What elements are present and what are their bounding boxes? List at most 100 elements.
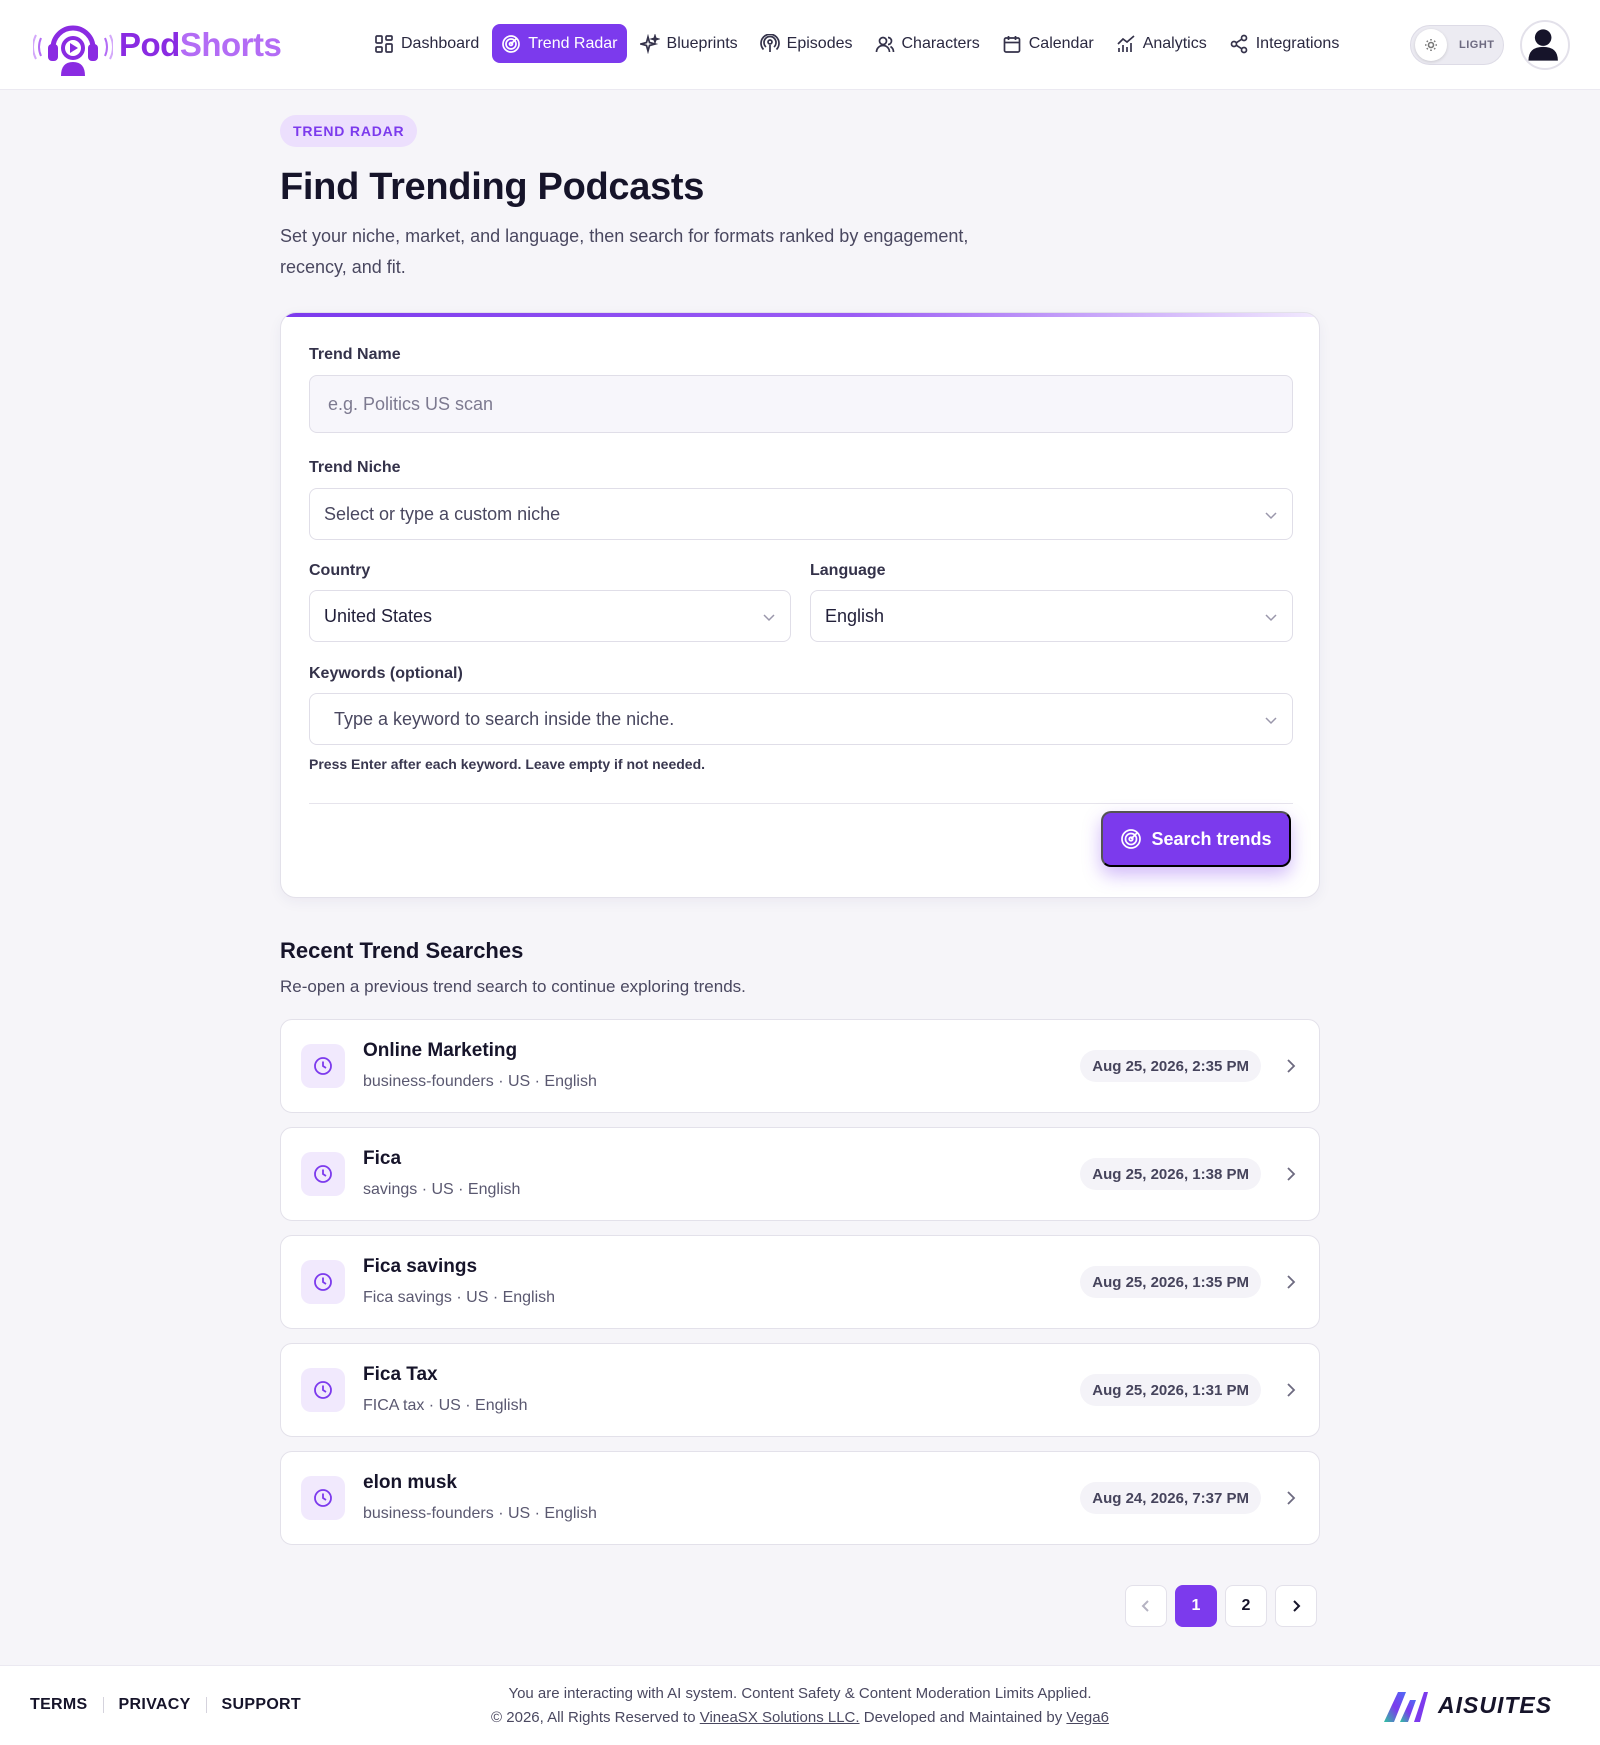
brand-name-part1: Pod [119, 26, 180, 63]
trend-search-form: Trend Name e.g. Politics US scan Trend N… [280, 312, 1320, 898]
keywords-hint: Press Enter after each keyword. Leave em… [309, 756, 706, 772]
keywords-placeholder: Type a keyword to search inside the nich… [334, 708, 675, 729]
chevron-left-icon [1141, 1600, 1149, 1612]
theme-toggle[interactable]: LIGHT [1410, 25, 1504, 65]
podcast-icon [759, 33, 780, 52]
nav-integrations[interactable]: Integrations [1220, 24, 1349, 63]
pagination-prev-button[interactable] [1125, 1585, 1167, 1627]
recent-search-row[interactable]: Fica savings · US · English Aug 25, 2026… [280, 1127, 1320, 1221]
user-silhouette-icon [1528, 29, 1558, 61]
chevron-down-icon [1264, 506, 1278, 520]
aisuites-mark-icon [1384, 1692, 1428, 1722]
clock-icon [301, 1368, 345, 1412]
recent-search-meta: business-founders · US · English [363, 1073, 597, 1090]
nav-dashboard[interactable]: Dashboard [365, 24, 488, 63]
footer-legal: You are interacting with AI system. Cont… [480, 1682, 1120, 1730]
footer: TERMS PRIVACY SUPPORT You are interactin… [0, 1665, 1600, 1745]
nav-integrations-label: Integrations [1255, 34, 1340, 52]
recent-search-meta: business-founders · US · English [363, 1505, 597, 1522]
nav-characters[interactable]: Characters [866, 24, 989, 63]
calendar-icon [1003, 35, 1021, 53]
nav-blueprints-label: Blueprints [666, 34, 738, 52]
pagination: 1 2 [1125, 1585, 1325, 1627]
footer-support-link[interactable]: SUPPORT [222, 1696, 301, 1714]
nav-trend-radar-label: Trend Radar [528, 34, 618, 52]
recent-search-name: Fica Tax [363, 1364, 438, 1385]
nav-calendar[interactable]: Calendar [993, 24, 1103, 63]
recent-search-row[interactable]: Online Marketing business-founders · US … [280, 1019, 1320, 1113]
theme-label: LIGHT [1459, 39, 1495, 51]
maintainer-link[interactable]: Vega6 [1066, 1709, 1109, 1726]
recent-search-date: Aug 25, 2026, 2:35 PM [1080, 1050, 1261, 1082]
keywords-label: Keywords (optional) [309, 665, 463, 682]
user-avatar[interactable] [1520, 20, 1570, 70]
recent-search-name: elon musk [363, 1472, 457, 1493]
nav-trend-radar[interactable]: Trend Radar [492, 24, 627, 63]
recent-search-row[interactable]: Fica Tax FICA tax · US · English Aug 25,… [280, 1343, 1320, 1437]
page-subtitle: Set your niche, market, and language, th… [280, 226, 969, 277]
form-divider [309, 803, 1293, 804]
pagination-next-button[interactable] [1275, 1585, 1317, 1627]
recent-search-row[interactable]: elon musk business-founders · US · Engli… [280, 1451, 1320, 1545]
recent-search-date: Aug 25, 2026, 1:38 PM [1080, 1158, 1261, 1190]
chevron-right-icon [1283, 1489, 1299, 1507]
trend-niche-placeholder: Select or type a custom niche [324, 503, 561, 524]
sun-icon [1425, 39, 1437, 51]
search-trends-label: Search trends [1151, 828, 1272, 849]
clock-icon [301, 1260, 345, 1304]
footer-divider [205, 1697, 207, 1713]
recent-search-date: Aug 25, 2026, 1:35 PM [1080, 1266, 1261, 1298]
search-trends-button[interactable]: Search trends [1101, 811, 1291, 867]
footer-privacy-link[interactable]: PRIVACY [119, 1696, 191, 1714]
podshorts-logo[interactable]: PodShorts [33, 14, 282, 76]
chevron-down-icon [762, 608, 776, 622]
chart-icon [1117, 34, 1135, 52]
nav-episodes[interactable]: Episodes [751, 24, 862, 63]
trend-name-input[interactable]: e.g. Politics US scan [309, 375, 1293, 433]
language-label: Language [810, 562, 886, 579]
radar-icon [1121, 829, 1142, 849]
users-icon [875, 36, 894, 52]
country-value: United States [324, 605, 433, 626]
chevron-right-icon [1283, 1381, 1299, 1399]
nav-episodes-label: Episodes [786, 34, 853, 52]
chevron-right-icon [1283, 1057, 1299, 1075]
pagination-page-2[interactable]: 2 [1225, 1585, 1267, 1627]
podcast-headphones-logo-icon [33, 25, 113, 76]
recent-searches-subtitle: Re-open a previous trend search to conti… [280, 977, 746, 996]
nav-blueprints[interactable]: Blueprints [631, 24, 747, 63]
footer-divider [102, 1697, 104, 1713]
recent-search-meta: savings · US · English [363, 1181, 521, 1198]
company-link[interactable]: VineaSX Solutions LLC. [700, 1709, 860, 1726]
recent-search-row[interactable]: Fica savings Fica savings · US · English… [280, 1235, 1320, 1329]
recent-search-date: Aug 24, 2026, 7:37 PM [1080, 1482, 1261, 1514]
chevron-right-icon [1293, 1600, 1301, 1612]
main-nav: Dashboard Trend Radar Blueprints Episode… [365, 24, 1352, 63]
brand-name-part2: Shorts [179, 26, 282, 63]
pagination-page-1[interactable]: 1 [1175, 1585, 1217, 1627]
nav-analytics-label: Analytics [1142, 34, 1207, 52]
nav-analytics[interactable]: Analytics [1107, 24, 1216, 63]
grid-icon [375, 34, 393, 53]
language-value: English [825, 605, 885, 626]
chevron-down-icon [1264, 608, 1278, 622]
main-content: TREND RADAR Find Trending Podcasts Set y… [280, 115, 1320, 1627]
ai-notice: You are interacting with AI system. Cont… [508, 1685, 1092, 1702]
trend-niche-select[interactable]: Select or type a custom niche [309, 488, 1293, 540]
footer-terms-link[interactable]: TERMS [30, 1696, 88, 1714]
trend-name-label: Trend Name [309, 346, 401, 363]
recent-search-meta: Fica savings · US · English [363, 1289, 556, 1306]
aisuites-logo[interactable]: AISUITES [1380, 1686, 1552, 1724]
copyright-line: © 2026, All Rights Reserved to VineaSX S… [480, 1706, 1120, 1730]
aisuites-brand-text: AISUITES [1438, 1691, 1553, 1718]
country-label: Country [309, 562, 371, 579]
nav-dashboard-label: Dashboard [401, 34, 480, 52]
page-title: Find Trending Podcasts [280, 166, 705, 208]
radar-icon [502, 34, 521, 53]
clock-icon [301, 1044, 345, 1088]
keywords-input[interactable]: Type a keyword to search inside the nich… [309, 693, 1293, 745]
recent-search-name: Fica [363, 1148, 402, 1169]
country-select[interactable]: United States [309, 590, 791, 642]
language-select[interactable]: English [810, 590, 1293, 642]
theme-toggle-knob [1415, 29, 1447, 61]
